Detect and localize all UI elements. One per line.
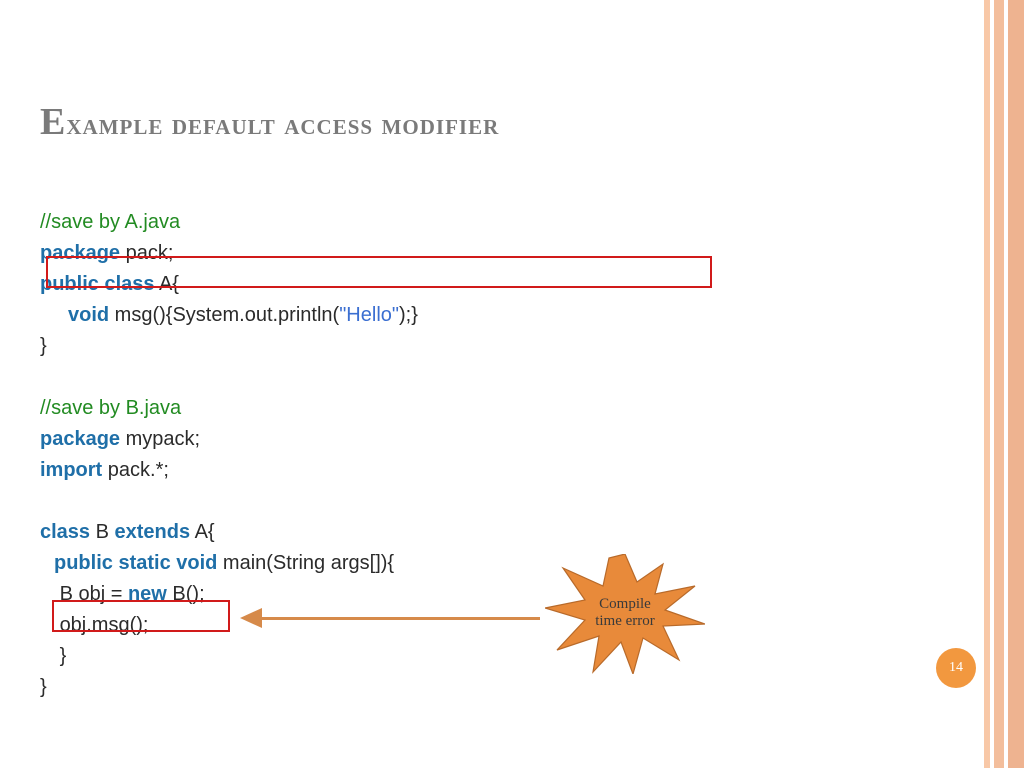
code-text: B <box>90 521 114 543</box>
code-comment: //save by A.java <box>40 211 180 233</box>
code-string: "Hello" <box>339 304 399 326</box>
code-keyword: extends <box>115 521 191 543</box>
code-keyword: void <box>68 304 109 326</box>
slide-title: EExample default access modifierxample d… <box>40 100 984 144</box>
code-text: msg(){System.out.println( <box>109 304 339 326</box>
code-comment: //save by B.java <box>40 397 181 419</box>
code-text: B(); <box>167 583 205 605</box>
code-keyword: public static void <box>54 552 217 574</box>
code-text: );} <box>399 304 418 326</box>
code-text: main(String args[]){ <box>217 552 394 574</box>
page-number-badge: 14 <box>936 648 976 688</box>
code-text: } <box>60 645 67 667</box>
code-text: A{ <box>155 273 179 295</box>
code-text: obj.msg(); <box>60 614 149 636</box>
code-keyword: public class <box>40 273 155 295</box>
code-keyword: package <box>40 428 120 450</box>
code-keyword: new <box>128 583 167 605</box>
code-text: } <box>40 335 47 357</box>
code-keyword: package <box>40 242 120 264</box>
slide: EExample default access modifierxample d… <box>0 0 1024 768</box>
code-keyword: import <box>40 459 102 481</box>
decor-stripe <box>994 0 1004 768</box>
code-block: //save by A.java package pack; public cl… <box>40 176 984 703</box>
code-text: pack.*; <box>102 459 169 481</box>
code-text: mypack; <box>120 428 200 450</box>
decor-stripe <box>984 0 990 768</box>
code-text: pack; <box>120 242 173 264</box>
code-keyword: class <box>40 521 90 543</box>
code-text: A{ <box>190 521 214 543</box>
code-text: } <box>40 676 47 698</box>
code-text: B obj = <box>60 583 128 605</box>
decor-stripe <box>1008 0 1024 768</box>
